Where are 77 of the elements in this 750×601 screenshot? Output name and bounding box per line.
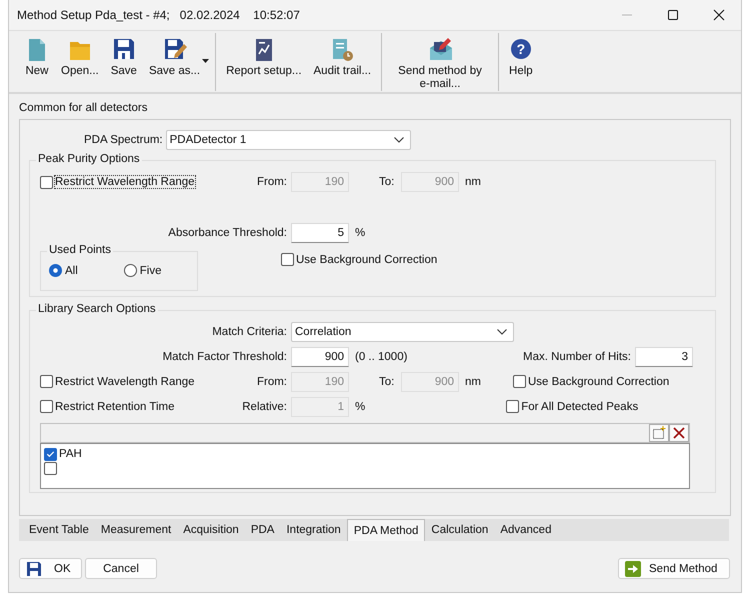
checkbox-label: Restrict Wavelength Range [55, 376, 195, 388]
field-label: % [355, 400, 366, 412]
toolbar-button[interactable]: ? Help [505, 37, 537, 78]
checkbox[interactable] [44, 462, 57, 474]
tab[interactable]: Calculation [425, 519, 494, 541]
radio-button[interactable] [49, 264, 62, 277]
input-field[interactable]: 900 [291, 346, 349, 366]
checkbox[interactable] [40, 176, 53, 188]
tab[interactable]: Event Table [23, 519, 95, 541]
dropdown[interactable]: Correlation [291, 322, 514, 342]
close-icon[interactable] [713, 9, 725, 21]
field-label: To: [379, 376, 396, 388]
envelope-pencil-icon [428, 37, 452, 61]
tab[interactable]: PDA [244, 519, 280, 541]
field-label: % [355, 227, 366, 239]
radio-label: All [65, 264, 78, 276]
checkbox-label: Use Background Correction [528, 376, 670, 388]
chevron-down-icon [394, 137, 404, 143]
field-label: nm [465, 176, 481, 188]
input-field[interactable]: 3 [635, 346, 693, 366]
toolbar-button[interactable]: Send method by e-mail... [388, 37, 492, 92]
checkbox-label: Restrict Wavelength Range [55, 176, 195, 188]
group-title: Used Points [47, 244, 114, 256]
input-field[interactable]: 5 [291, 223, 349, 243]
field-label: Match Factor Threshold: [162, 350, 288, 362]
tab[interactable]: PDA Method [346, 519, 426, 541]
chevron-down-icon [497, 328, 507, 334]
dropdown-caret-icon[interactable] [202, 59, 210, 63]
new-item-icon [652, 426, 666, 440]
help-icon: ? [510, 39, 531, 59]
delete-icon [672, 426, 686, 440]
field-label: Max. Number of Hits: [522, 350, 631, 362]
checkbox[interactable] [44, 448, 57, 460]
radio-label: Five [140, 264, 162, 276]
field-label: PDA Spectrum: [84, 134, 163, 146]
checkbox[interactable] [40, 400, 53, 413]
toolbar-button[interactable]: New [21, 37, 53, 78]
ok-button[interactable]: OK [19, 558, 82, 579]
checkbox[interactable] [506, 400, 520, 413]
field-label: Absorbance Threshold: [167, 227, 288, 239]
checkbox-label: Restrict Retention Time [55, 400, 175, 412]
checkbox[interactable] [512, 375, 526, 388]
group-title: Library Search Options [36, 303, 158, 315]
field-label: Match Criteria: [211, 326, 288, 338]
checkbox[interactable] [281, 253, 294, 266]
window-title: Method Setup Pda_test - #4; 02.02.2024 10:52:07 [17, 8, 300, 22]
field-label: nm [465, 376, 481, 388]
group-title: Peak Purity Options [36, 153, 142, 165]
dropdown[interactable]: PDADetector 1 [166, 130, 411, 150]
toolbar-button[interactable]: Report setup... [222, 37, 306, 78]
send-method-button[interactable]: Send Method [618, 558, 730, 579]
list-item-label: PAH [59, 448, 82, 460]
new-item-button[interactable] [649, 424, 669, 442]
checkbox-label: For All Detected Peaks [521, 400, 638, 412]
checkbox[interactable] [40, 375, 53, 388]
cancel-button[interactable]: Cancel [85, 558, 157, 579]
tab[interactable]: Advanced [494, 519, 558, 541]
section-label: Common for all detectors [19, 102, 148, 116]
toolbar-button[interactable]: Audit trail... [310, 37, 376, 78]
toolbar-button[interactable]: Save as... [144, 37, 204, 78]
maximize-icon[interactable] [667, 9, 679, 21]
checkbox-label: Use Background Correction [296, 254, 438, 266]
toolbar-button[interactable]: Save [106, 37, 141, 78]
floppy-disk-with-pencil-icon [162, 37, 186, 61]
field-label: Relative: [242, 400, 287, 412]
toolbar-button[interactable]: Open... [57, 37, 103, 78]
document-clock-icon [330, 37, 354, 61]
radio-button[interactable] [124, 264, 137, 277]
arrow-right-icon [625, 560, 641, 576]
delete-button[interactable] [669, 424, 689, 442]
field-label: From: [256, 176, 287, 188]
tab[interactable]: Integration [280, 519, 347, 541]
field-label: (0 .. 1000) [355, 350, 408, 362]
field-label: To: [379, 176, 396, 188]
tab[interactable]: Acquisition [177, 519, 245, 541]
tab[interactable]: Measurement [94, 519, 178, 541]
field-label: From: [256, 376, 287, 388]
